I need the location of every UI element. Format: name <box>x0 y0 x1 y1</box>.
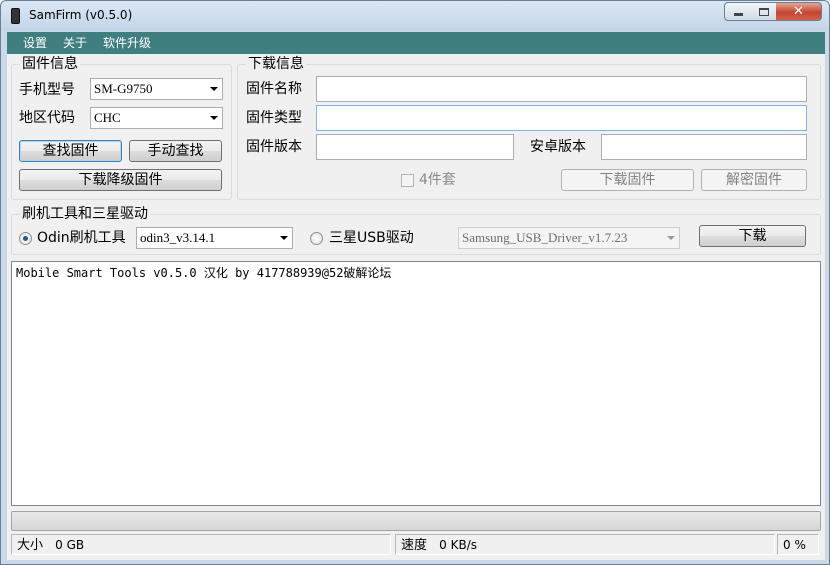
region-label: 地区代码 <box>19 110 75 126</box>
manual-find-button[interactable]: 手动查找 <box>129 140 222 162</box>
speed-cell: 速度 0 KB/s <box>395 534 775 555</box>
window-title: SamFirm (v0.5.0) <box>29 8 133 22</box>
model-value: SM-G9750 <box>94 81 153 96</box>
download-info-group: 下载信息 固件名称 固件类型 固件版本 安卓版本 4件套 下载固件 解密固件 <box>237 56 821 200</box>
log-line: Mobile Smart Tools v0.5.0 汉化 by 41778893… <box>16 266 392 280</box>
phone-icon <box>11 8 20 24</box>
odin-radio-label: Odin刷机工具 <box>37 230 126 246</box>
odin-radio[interactable] <box>19 232 32 245</box>
usb-driver-select[interactable]: Samsung_USB_Driver_v1.7.23 <box>458 227 680 249</box>
firmware-version-field[interactable] <box>316 134 514 160</box>
menu-update[interactable]: 软件升级 <box>95 32 159 54</box>
size-cell: 大小 0 GB <box>11 534 391 555</box>
percent-cell: 0 % <box>777 534 819 555</box>
client-area: 固件信息 手机型号 SM-G9750 地区代码 CHC 查找固件 手动查找 下载… <box>7 54 825 560</box>
log-output[interactable]: Mobile Smart Tools v0.5.0 汉化 by 41778893… <box>11 261 821 506</box>
odin-version-select[interactable]: odin3_v3.14.1 <box>136 227 293 249</box>
region-value: CHC <box>94 110 121 125</box>
usb-driver-radio[interactable] <box>310 232 323 245</box>
chevron-down-icon <box>667 236 675 240</box>
close-button[interactable]: ✕ <box>776 2 822 21</box>
firmware-type-label: 固件类型 <box>246 110 302 126</box>
minimize-button[interactable] <box>724 2 752 21</box>
android-version-label: 安卓版本 <box>530 139 586 155</box>
find-firmware-button[interactable]: 查找固件 <box>19 140 122 162</box>
chevron-down-icon <box>210 87 218 91</box>
status-bar: 大小 0 GB 速度 0 KB/s 0 % <box>7 533 825 556</box>
app-window: SamFirm (v0.5.0) ✕ 设置 关于 软件升级 固件信息 手机型号 … <box>0 0 830 565</box>
download-downgrade-button[interactable]: 下载降级固件 <box>19 169 222 191</box>
close-icon: ✕ <box>793 4 804 19</box>
firmware-info-title: 固件信息 <box>20 56 80 72</box>
chevron-down-icon <box>280 236 288 240</box>
title-bar[interactable]: SamFirm (v0.5.0) ✕ <box>1 1 829 31</box>
flash-tools-group: 刷机工具和三星驱动 Odin刷机工具 odin3_v3.14.1 三星USB驱动… <box>11 206 821 255</box>
maximize-icon <box>758 7 769 16</box>
firmware-name-field[interactable] <box>316 76 807 102</box>
percent-value: 0 % <box>783 538 806 552</box>
four-pack-label: 4件套 <box>419 172 456 188</box>
usb-driver-radio-label: 三星USB驱动 <box>329 230 414 246</box>
progress-bar <box>11 511 821 531</box>
model-label: 手机型号 <box>19 82 75 98</box>
firmware-version-label: 固件版本 <box>246 139 302 155</box>
odin-version-value: odin3_v3.14.1 <box>140 230 216 245</box>
speed-label: 速度 <box>401 538 428 553</box>
maximize-button[interactable] <box>751 2 777 21</box>
speed-value: 0 KB/s <box>439 538 478 552</box>
download-firmware-button[interactable]: 下载固件 <box>561 169 694 191</box>
decrypt-firmware-button[interactable]: 解密固件 <box>701 169 807 191</box>
firmware-type-field[interactable] <box>316 105 807 131</box>
firmware-name-label: 固件名称 <box>246 81 302 97</box>
model-select[interactable]: SM-G9750 <box>90 78 223 100</box>
menu-bar: 设置 关于 软件升级 <box>7 32 825 54</box>
chevron-down-icon <box>210 116 218 120</box>
menu-about[interactable]: 关于 <box>55 32 95 54</box>
menu-settings[interactable]: 设置 <box>15 32 55 54</box>
region-select[interactable]: CHC <box>90 107 223 129</box>
flash-tools-title: 刷机工具和三星驱动 <box>20 206 150 222</box>
usb-driver-value: Samsung_USB_Driver_v1.7.23 <box>462 230 628 245</box>
minimize-icon <box>733 13 743 16</box>
size-label: 大小 <box>17 538 44 553</box>
four-pack-checkbox[interactable] <box>401 174 414 187</box>
download-info-title: 下载信息 <box>246 56 306 72</box>
firmware-info-group: 固件信息 手机型号 SM-G9750 地区代码 CHC 查找固件 手动查找 下载… <box>11 56 232 200</box>
android-version-field[interactable] <box>601 134 807 160</box>
download-tool-button[interactable]: 下载 <box>699 225 806 247</box>
size-value: 0 GB <box>55 538 85 552</box>
